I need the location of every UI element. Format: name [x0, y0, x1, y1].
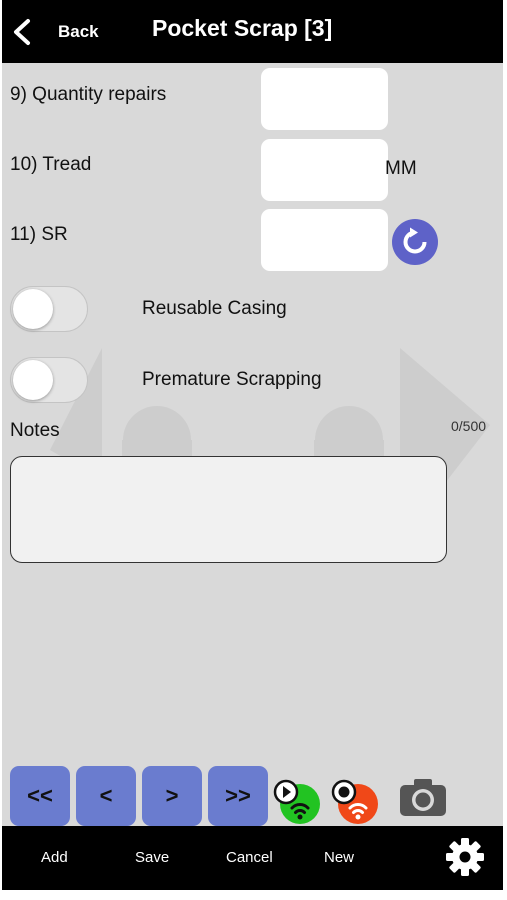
- notes-label: Notes: [10, 420, 60, 441]
- new-button[interactable]: New: [324, 849, 354, 866]
- next-record-button[interactable]: >: [142, 766, 202, 826]
- reusable-casing-label: Reusable Casing: [142, 298, 287, 319]
- refresh-icon[interactable]: [391, 218, 439, 266]
- quantity-repairs-label: 9) Quantity repairs: [10, 84, 167, 105]
- notes-char-counter: 0/500: [451, 418, 487, 434]
- premature-scrapping-toggle[interactable]: [10, 357, 88, 403]
- sr-label: 11) SR: [10, 224, 68, 245]
- tread-input[interactable]: [261, 139, 388, 201]
- back-button[interactable]: Back: [10, 16, 99, 48]
- app-screen: Back Pocket Scrap [3] 9) Quantity repair…: [2, 0, 503, 890]
- footer-toolbar: Add Save Cancel New: [2, 826, 503, 890]
- quantity-repairs-input[interactable]: [261, 68, 388, 130]
- notes-textarea[interactable]: [10, 456, 447, 563]
- cancel-button[interactable]: Cancel: [226, 849, 273, 866]
- tread-label: 10) Tread: [10, 154, 92, 175]
- save-button[interactable]: Save: [135, 849, 169, 866]
- record-wifi-icon[interactable]: [331, 778, 379, 826]
- previous-record-button[interactable]: <: [76, 766, 136, 826]
- toggle-knob: [13, 360, 53, 400]
- add-button[interactable]: Add: [41, 849, 68, 866]
- sr-input[interactable]: [261, 209, 388, 271]
- tread-unit-label: MM: [385, 158, 417, 179]
- gear-icon[interactable]: [445, 837, 485, 877]
- last-record-button[interactable]: >>: [208, 766, 268, 826]
- chevron-left-icon: [14, 19, 30, 45]
- camera-icon[interactable]: [398, 776, 448, 818]
- reusable-casing-toggle[interactable]: [10, 286, 88, 332]
- first-record-button[interactable]: <<: [10, 766, 70, 826]
- play-wifi-icon[interactable]: [273, 778, 321, 826]
- toggle-knob: [13, 289, 53, 329]
- header-bar: Back Pocket Scrap [3]: [2, 0, 503, 63]
- back-label: Back: [58, 22, 99, 41]
- premature-scrapping-label: Premature Scrapping: [142, 369, 322, 390]
- page-title: Pocket Scrap [3]: [152, 15, 333, 41]
